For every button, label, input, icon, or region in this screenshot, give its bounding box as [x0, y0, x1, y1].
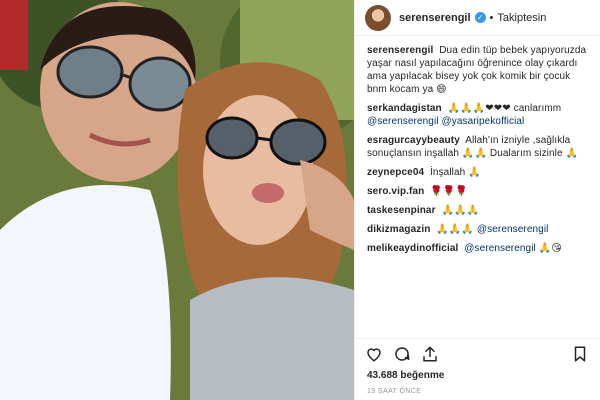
- comment-text: İnşallah 🙏: [430, 167, 481, 178]
- comment-text: 🙏🙏🙏: [441, 205, 480, 216]
- header-username[interactable]: serenserengil: [399, 12, 471, 24]
- separator-dot: •: [489, 11, 494, 24]
- share-icon[interactable]: [421, 345, 439, 368]
- comment-item: zeynepce04 İnşallah 🙏: [367, 166, 588, 179]
- bookmark-icon[interactable]: [571, 345, 589, 368]
- verified-icon: ✓: [474, 12, 486, 23]
- comment-item: dikizmagazin 🙏🙏🙏 @serenserengil: [367, 223, 588, 236]
- comments-list: serenserengil Dua edin tüp bebek yapıyor…: [355, 36, 600, 255]
- comment-mention[interactable]: @serenserengil: [464, 243, 536, 254]
- comment-username[interactable]: dikizmagazin: [367, 224, 430, 235]
- likes-count[interactable]: 43.688 beğenme: [367, 370, 444, 381]
- comment-text: 🌹🌹🌹: [430, 186, 468, 197]
- comment-icon[interactable]: [393, 345, 411, 368]
- post-header: serenserengil ✓ • Takiptesin: [355, 0, 600, 36]
- heart-icon[interactable]: [365, 345, 383, 368]
- comment-username[interactable]: melikeaydinofficial: [367, 243, 458, 254]
- comment-username[interactable]: zeynepce04: [367, 167, 424, 178]
- comment-item: sero.vip.fan 🌹🌹🌹: [367, 185, 588, 198]
- comment-item: esragurcayybeauty Allah'ın izniyle ,sağl…: [367, 134, 588, 160]
- follow-status-button[interactable]: Takiptesin: [497, 12, 546, 24]
- caption: serenserengil Dua edin tüp bebek yapıyor…: [367, 44, 588, 96]
- post-photo[interactable]: [0, 0, 354, 400]
- comment-item: melikeaydinofficial @serenserengil 🙏😘: [367, 242, 588, 255]
- comment-item: serkandagistan 🙏🙏🙏❤❤❤ canlarımm @serense…: [367, 102, 588, 128]
- caption-username[interactable]: serenserengil: [367, 45, 433, 56]
- photo-illustration: [0, 0, 354, 400]
- post-timestamp: 19 SAAT ÖNCE: [367, 388, 422, 395]
- comment-username[interactable]: sero.vip.fan: [367, 186, 424, 197]
- post-panel: serenserengil ✓ • Takiptesin serensereng…: [354, 0, 600, 400]
- comment-username[interactable]: esragurcayybeauty: [367, 135, 460, 146]
- avatar[interactable]: [365, 4, 391, 31]
- comment-emoji: 🙏😘: [538, 243, 562, 254]
- comment-text: 🙏🙏🙏❤❤❤ canlarımm: [447, 103, 562, 114]
- comment-username[interactable]: taskesenpinar: [367, 205, 436, 216]
- comment-item: taskesenpinar 🙏🙏🙏: [367, 204, 588, 217]
- comment-mention[interactable]: @serenserengil @yasaripekofficial: [367, 115, 588, 128]
- comment-mention[interactable]: @serenserengil: [477, 224, 549, 235]
- action-bar: [355, 338, 600, 368]
- comment-text: 🙏🙏🙏: [436, 224, 474, 235]
- comment-username[interactable]: serkandagistan: [367, 103, 442, 114]
